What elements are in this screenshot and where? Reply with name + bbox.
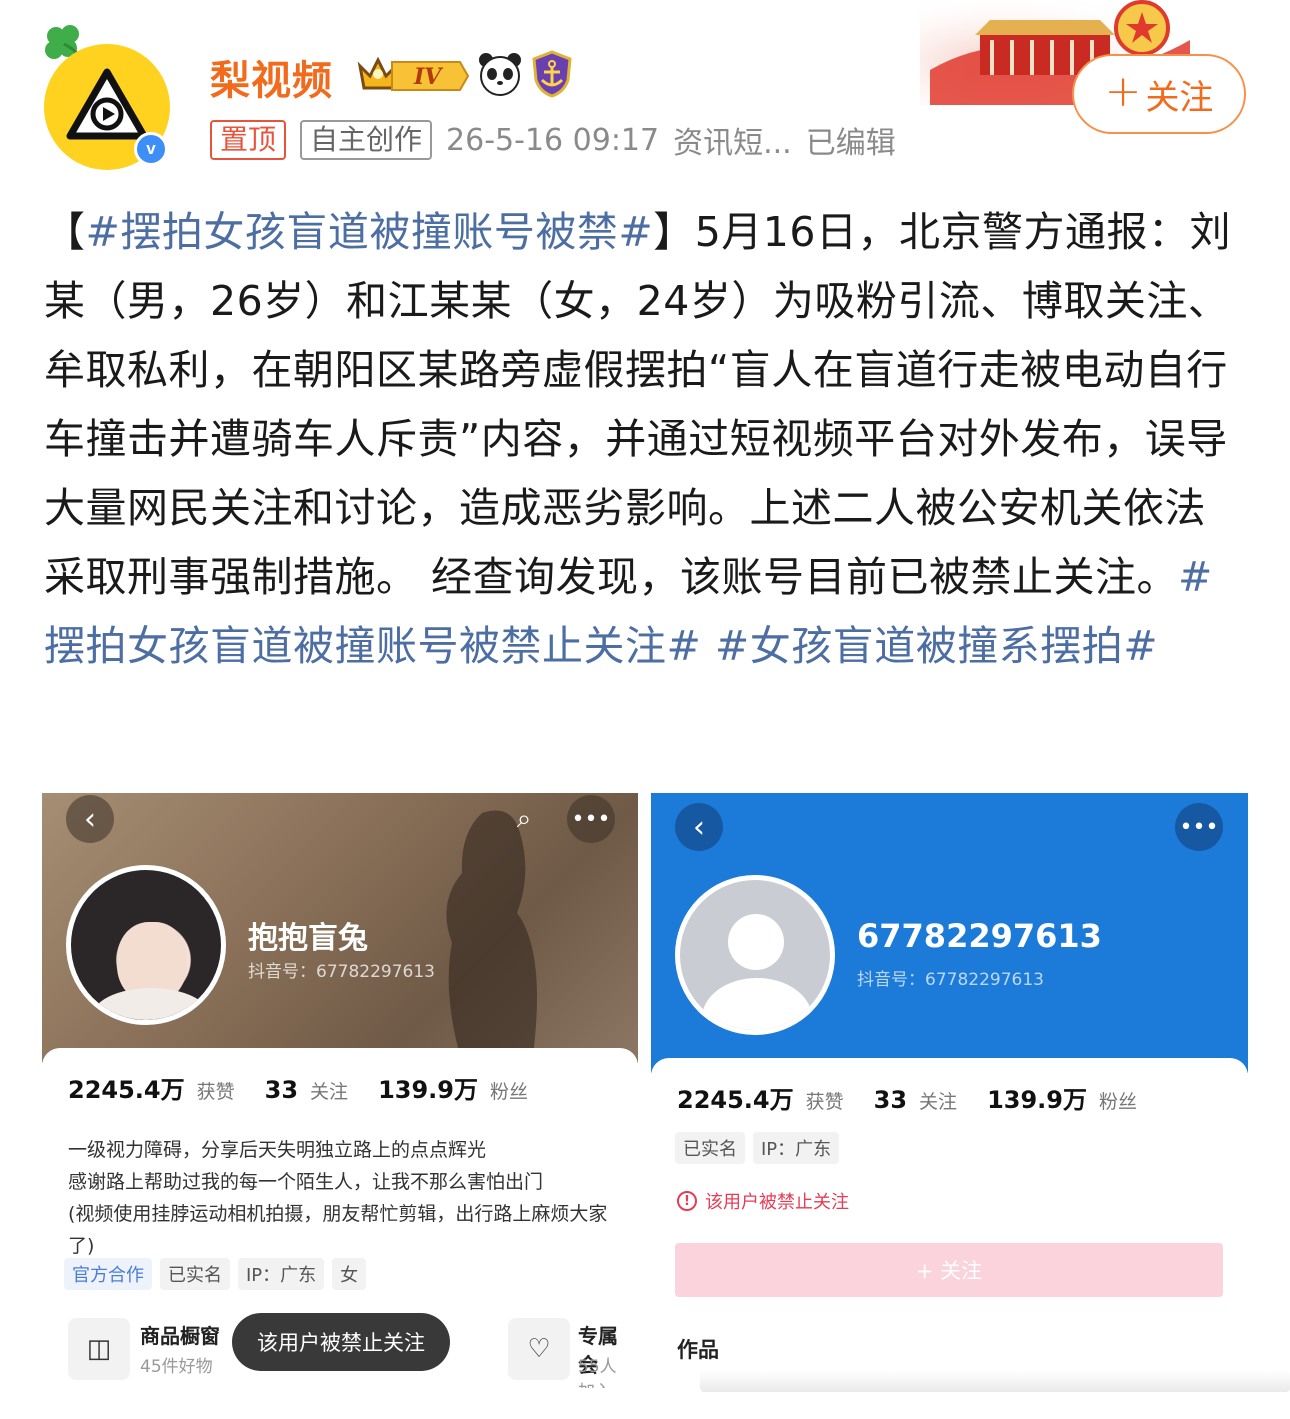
banned-text: 该用户被禁止关注 [705,1192,849,1213]
more-icon[interactable]: ••• [1175,803,1223,851]
bio-line: 一级视力障碍，分享后天失明独立路上的点点辉光 [68,1139,487,1161]
back-icon[interactable]: ‹ [66,795,114,843]
hashtag-link[interactable]: #女孩盲道被撞系摆拍# [715,622,1158,670]
search-icon[interactable]: ⌕ [500,795,548,843]
shop-bag-icon: ◫ [68,1318,130,1380]
profile-avatar[interactable] [66,865,226,1025]
screenshot-right[interactable]: ‹ ••• 67782297613 抖音号：67782297613 2245.4… [651,793,1248,1388]
screenshot-left[interactable]: ‹ ⌕ ••• 抱抱盲兔 抖音号：67782297613 2245.4万 获赞 3… [42,793,638,1388]
banned-notice: ! 该用户被禁止关注 [677,1188,849,1214]
following-count: 33 [264,1076,299,1104]
profile-card: 2245.4万 获赞 33 关注 139.9万 粉丝 已实名 IP：广东 ! 该用户被… [651,1058,1248,1388]
hashtag-link[interactable]: #摆拍女孩盲道被撞账号被禁# [86,208,654,256]
post-text: 5月16日，北京警方通报：刘某（男，26岁）和江某某（女，24岁）为吸粉引流、博… [44,208,1231,601]
chip: IP：广东 [238,1258,325,1290]
douyin-id: 抖音号：67782297613 [857,970,1044,990]
more-icon[interactable]: ••• [567,795,615,843]
works-tab[interactable]: 作品 [677,1334,719,1364]
profile-chips: 已实名 IP：广东 [675,1132,840,1164]
profile-name: 67782297613 [857,917,1102,955]
anchor-shield-icon [532,50,572,98]
warning-icon: ! [677,1191,697,1211]
back-icon[interactable]: ‹ [675,803,723,851]
account-avatar[interactable]: v [38,22,172,170]
shop-title: 商品橱窗 [140,1324,220,1348]
pinned-tag: 置顶 [210,120,287,160]
verified-icon: v [134,132,168,166]
chip: 官方合作 [64,1258,152,1290]
scroll-shadow [700,1370,1290,1392]
fans-label: 粉丝 [1098,1091,1137,1113]
douyin-id: 抖音号：67782297613 [248,962,435,982]
profile-name: 抱抱盲兔 [248,921,368,956]
silhouette-image [446,810,537,1063]
likes-label: 获赞 [196,1081,235,1103]
likes-count: 2245.4万 [677,1086,794,1114]
following-label: 关注 [919,1091,958,1113]
following-count: 33 [873,1086,908,1114]
close-bracket: 】 [653,208,695,256]
open-bracket: 【 [44,208,86,256]
chip: 已实名 [160,1258,230,1290]
profile-chips: 官方合作 已实名 IP：广东 女 [64,1258,367,1290]
bio-line: (视频使用挂脖运动相机拍摄，朋友帮忙剪辑，出行路上麻烦大家了) [68,1203,608,1257]
follow-label: 关注 [1145,77,1214,118]
fans-label: 粉丝 [489,1081,528,1103]
edited-label: 已编辑 [805,126,896,161]
level-text: IV [413,64,443,90]
chip: 已实名 [675,1132,745,1164]
shop-sub: 45件好物 [140,1357,213,1377]
chip: IP：广东 [753,1132,840,1164]
profile-stats: 2245.4万 获赞 33 关注 139.9万 粉丝 [677,1080,1155,1115]
chip: 女 [332,1258,367,1290]
profile-stats: 2245.4万 获赞 33 关注 139.9万 粉丝 [68,1070,546,1105]
profile-bio: 一级视力障碍，分享后天失明独立路上的点点辉光 感谢路上帮助过我的每一个陌生人，让… [68,1134,628,1262]
post-body: 【#摆拍女孩盲道被撞账号被禁#】5月16日，北京警方通报：刘某（男，26岁）和江… [44,198,1244,681]
bio-line: 感谢路上帮助过我的每一个陌生人，让我不那么害怕出门 [68,1171,544,1193]
vip-sub: 55人加入 [578,1357,617,1388]
post-timestamp: 26-5-16 09:17 [446,122,660,158]
plus-icon: + [1104,66,1142,117]
toast-message: 该用户被禁止关注 [232,1313,450,1371]
vip-icon: ♡ [508,1318,570,1380]
post-source[interactable]: 资讯短... [673,118,792,162]
following-label: 关注 [310,1081,349,1103]
disabled-follow-button[interactable]: + 关注 [675,1243,1223,1297]
panda-icon [479,53,521,96]
follow-button[interactable]: + 关注 [1072,54,1246,134]
account-name[interactable]: 梨视频 [210,48,333,106]
default-avatar [675,875,835,1035]
original-tag: 自主创作 [300,120,433,160]
fans-count: 139.9万 [987,1086,1087,1114]
fans-count: 139.9万 [378,1076,478,1104]
post-meta: 置顶 自主创作 26-5-16 09:17 资讯短... 已编辑 [210,118,896,162]
likes-label: 获赞 [805,1091,844,1113]
likes-count: 2245.4万 [68,1076,185,1104]
crown-level-icon: IV [357,56,470,91]
